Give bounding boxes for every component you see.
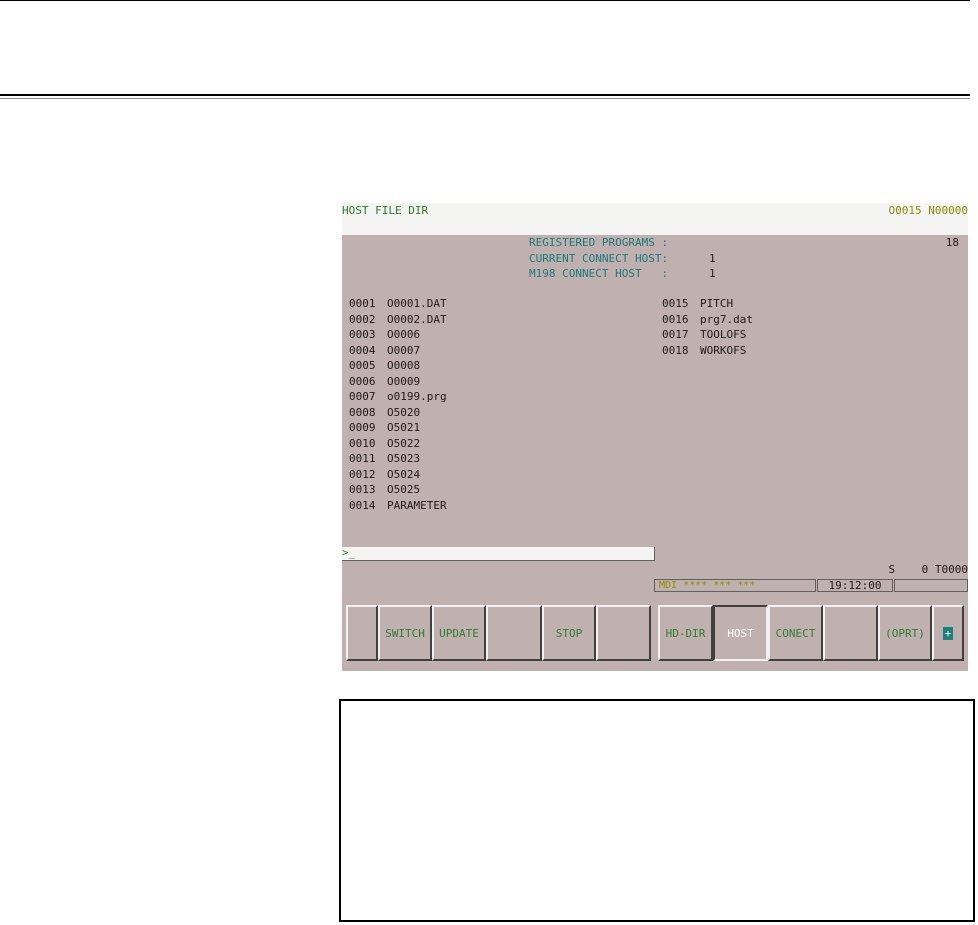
program-info: O0015 N00000 [888, 204, 968, 217]
file-row[interactable]: 0001 O0001.DAT [349, 297, 447, 310]
softkey-update[interactable]: UPDATE [432, 605, 486, 661]
file-row[interactable]: 0016 prg7.dat [662, 313, 753, 326]
softkey-left-return[interactable] [346, 605, 378, 661]
file-row[interactable]: 0013 O5025 [349, 483, 420, 496]
screen-title: HOST FILE DIR [342, 204, 429, 217]
current-host-value: 1 [709, 251, 716, 265]
status-blank [894, 579, 968, 592]
softkey-blank-1[interactable] [486, 605, 542, 661]
file-row[interactable]: 0002 O0002.DAT [349, 313, 447, 326]
top-rule [0, 0, 970, 1]
command-input[interactable]: >_ [342, 546, 655, 561]
file-row[interactable]: 0007 o0199.prg [349, 390, 447, 403]
m198-host-label: M198 CONNECT HOST : [529, 267, 669, 280]
softkey-switch[interactable]: SWITCH [378, 605, 432, 661]
file-row[interactable]: 0014 PARAMETER [349, 499, 447, 512]
file-row[interactable]: 0003 O0006 [349, 328, 420, 341]
softkey-oprt[interactable]: (OPRT) [878, 605, 932, 661]
softkey-host[interactable]: HOST [713, 605, 768, 661]
clock: 19:12:00 [817, 579, 893, 592]
file-row[interactable]: 0011 O5023 [349, 452, 420, 465]
header-rule [0, 94, 970, 99]
file-row[interactable]: 0009 O5021 [349, 421, 420, 434]
softkey-blank-2[interactable] [596, 605, 651, 661]
spindle-tool-info: S 0 T0000 [888, 563, 968, 576]
note-box [339, 699, 975, 922]
file-row[interactable]: 0010 O5022 [349, 437, 420, 450]
mode-indicator: MDI **** *** *** [654, 579, 816, 592]
file-row[interactable]: 0015 PITCH [662, 297, 733, 310]
file-row[interactable]: 0008 O5020 [349, 406, 420, 419]
command-prompt: >_ [342, 546, 356, 559]
m198-host-value: 1 [709, 267, 716, 280]
registered-label: REGISTERED PROGRAMS : [529, 236, 669, 249]
softkey-conect[interactable]: CONECT [768, 605, 823, 661]
cnc-screen: HOST FILE DIR O0015 N00000 REGISTERED PR… [342, 203, 968, 671]
softkey-stop[interactable]: STOP [542, 605, 596, 661]
current-host-label: CURRENT CONNECT HOST: [529, 251, 669, 265]
softkey-next-menu[interactable]: + [932, 605, 964, 661]
file-row[interactable]: 0017 TOOLOFS [662, 328, 746, 341]
status-bar: MDI **** *** *** 19:12:00 [654, 579, 968, 593]
registered-value: 18 [945, 236, 959, 249]
host-info: REGISTERED PROGRAMS : 18 CURRENT CONNECT… [342, 235, 968, 285]
softkey-blank-3[interactable] [823, 605, 878, 661]
next-menu-icon: + [942, 626, 954, 640]
file-row[interactable]: 0018 WORKOFS [662, 344, 746, 357]
file-row[interactable]: 0005 O0008 [349, 359, 420, 372]
softkey-bar: SWITCH UPDATE STOP HD-DIR HOST CONECT (O… [342, 603, 968, 663]
title-bar: HOST FILE DIR O0015 N00000 [342, 203, 968, 235]
file-row[interactable]: 0006 O0009 [349, 375, 420, 388]
file-row[interactable]: 0012 O5024 [349, 468, 420, 481]
file-row[interactable]: 0004 O0007 [349, 344, 420, 357]
softkey-hd-dir[interactable]: HD-DIR [658, 605, 713, 661]
